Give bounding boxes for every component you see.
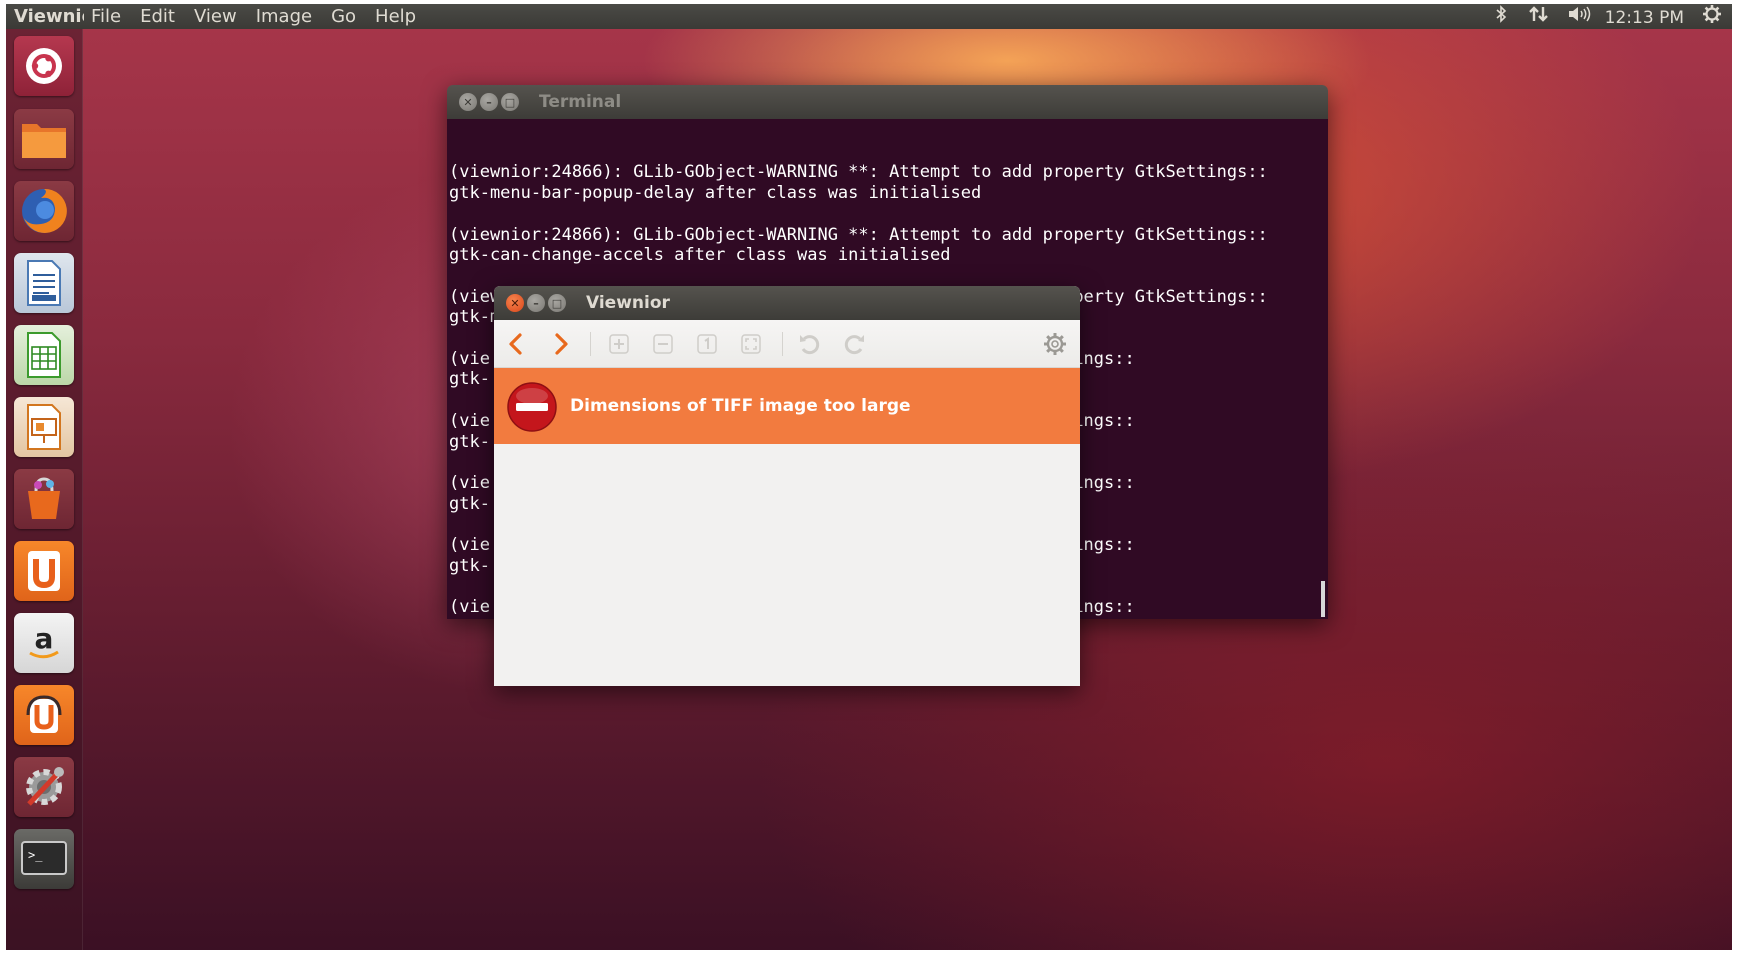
menu-file[interactable]: File — [91, 4, 121, 29]
next-image-button[interactable] — [545, 328, 577, 360]
viewnior-titlebar[interactable]: ✕ – □ Viewnior — [494, 286, 1080, 320]
zoom-in-button[interactable] — [603, 328, 635, 360]
error-icon — [507, 382, 557, 436]
menu-help[interactable]: Help — [375, 4, 416, 29]
software-center-icon[interactable] — [14, 469, 74, 529]
menu-view[interactable]: View — [194, 4, 237, 29]
terminal-titlebar[interactable]: ✕ – □ Terminal — [447, 85, 1328, 119]
terminal-title: Terminal — [539, 92, 622, 112]
session-gear-icon[interactable] — [1702, 4, 1722, 32]
terminal-line: gtk-menu-bar-popup-delay after class was… — [449, 183, 982, 204]
viewnior-close-button[interactable]: ✕ — [506, 294, 524, 312]
menu-go[interactable]: Go — [331, 4, 356, 29]
libreoffice-calc-icon[interactable] — [14, 325, 74, 385]
viewnior-minimize-button[interactable]: – — [527, 294, 545, 312]
rotate-left-button[interactable] — [794, 328, 826, 360]
global-menu: File Edit View Image Go Help — [91, 4, 416, 29]
bluetooth-icon[interactable] — [1491, 5, 1511, 31]
volume-icon[interactable] — [1567, 5, 1590, 31]
terminal-maximize-button[interactable]: □ — [501, 93, 519, 111]
indicator-area: 12:13 PM — [1491, 4, 1722, 32]
image-view-area[interactable] — [494, 444, 1080, 686]
svg-text:>_: >_ — [28, 848, 43, 862]
previous-image-button[interactable] — [500, 328, 532, 360]
network-icon[interactable] — [1528, 5, 1549, 31]
terminal-line: (viewnior:24866): GLib-GObject-WARNING *… — [449, 162, 1268, 183]
menu-edit[interactable]: Edit — [140, 4, 175, 29]
ubuntu-one-icon[interactable] — [14, 541, 74, 601]
terminal-scrollbar[interactable] — [1321, 581, 1325, 617]
files-icon[interactable] — [14, 109, 74, 169]
terminal-close-button[interactable]: ✕ — [459, 93, 477, 111]
svg-text:a: a — [35, 622, 54, 655]
viewnior-toolbar — [494, 320, 1080, 368]
desktop: Viewnior File Edit View Image Go Help 12… — [6, 4, 1732, 950]
normal-size-button[interactable] — [691, 328, 723, 360]
launcher: a >_ — [6, 29, 83, 950]
rotate-right-button[interactable] — [838, 328, 870, 360]
viewnior-window[interactable]: ✕ – □ Viewnior Dimensions of TIFF image … — [494, 286, 1080, 686]
libreoffice-writer-icon[interactable] — [14, 253, 74, 313]
zoom-out-button[interactable] — [647, 328, 679, 360]
menu-image[interactable]: Image — [256, 4, 312, 29]
libreoffice-impress-icon[interactable] — [14, 397, 74, 457]
firefox-icon[interactable] — [14, 181, 74, 241]
error-message: Dimensions of TIFF image too large — [570, 396, 911, 416]
best-fit-button[interactable] — [735, 328, 767, 360]
terminal-line: gtk-can-change-accels after class was in… — [449, 245, 951, 266]
preferences-gear-icon[interactable] — [1039, 328, 1071, 360]
top-panel: Viewnior File Edit View Image Go Help 12… — [6, 4, 1732, 29]
viewnior-title: Viewnior — [586, 293, 670, 313]
amazon-icon[interactable]: a — [14, 613, 74, 673]
system-settings-icon[interactable] — [14, 757, 74, 817]
dash-home-icon[interactable] — [14, 36, 74, 96]
ubuntu-one-music-icon[interactable] — [14, 685, 74, 745]
terminal-line: (viewnior:24866): GLib-GObject-WARNING *… — [449, 224, 1268, 245]
terminal-minimize-button[interactable]: – — [480, 93, 498, 111]
error-infobar: Dimensions of TIFF image too large — [494, 368, 1080, 444]
terminal-icon[interactable]: >_ — [14, 829, 74, 889]
active-app-name: Viewnior — [14, 6, 84, 27]
viewnior-maximize-button[interactable]: □ — [548, 294, 566, 312]
clock[interactable]: 12:13 PM — [1605, 6, 1684, 31]
